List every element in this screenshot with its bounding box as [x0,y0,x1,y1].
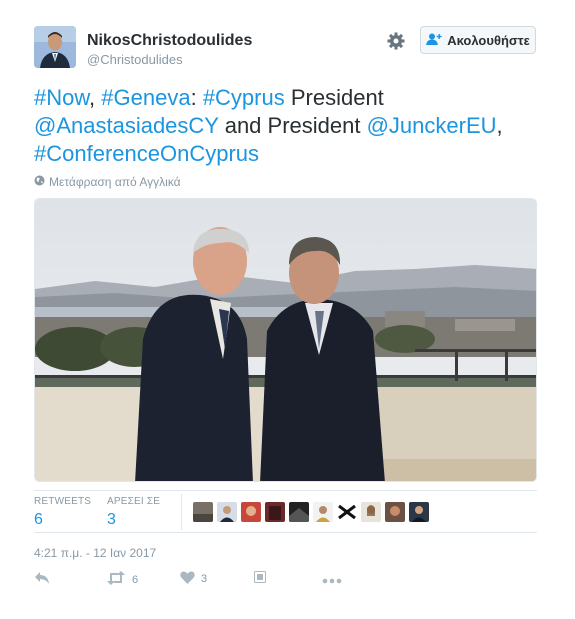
likers-avatars [193,502,429,522]
liker-avatar[interactable] [217,502,237,522]
retweet-button[interactable]: 6 [106,571,138,588]
tweet-timestamp[interactable]: 4:21 π.μ. - 12 Ιαν 2017 [34,546,156,560]
liker-avatar[interactable] [193,502,213,522]
likes-stat[interactable]: ΑΡΕΣΕΙ ΣΕ 3 [107,496,160,529]
heart-icon [180,571,195,587]
liker-avatar[interactable] [385,502,405,522]
follow-button-label: Ακολουθήστε [447,32,530,48]
divider [181,494,182,530]
reply-button[interactable] [34,571,50,588]
divider [34,490,537,491]
like-count: 3 [201,573,208,585]
hashtag-link[interactable]: #Geneva [101,85,190,110]
liker-avatar[interactable] [409,502,429,522]
retweet-icon [106,571,126,588]
tweet-text-segment: and President [218,113,367,138]
likes-label: ΑΡΕΣΕΙ ΣΕ [107,496,161,507]
hashtag-link[interactable]: #Now [34,85,89,110]
liker-avatar[interactable] [313,502,333,522]
tweet-text-segment: : [190,85,203,110]
liker-avatar[interactable] [289,502,309,522]
dm-icon [254,571,266,586]
tweet-text-segment: President [284,85,384,110]
translate-label: Μετάφραση από Αγγλικά [49,175,181,189]
follow-user-icon [426,33,442,48]
translate-link[interactable]: Μετάφραση από Αγγλικά [34,175,181,189]
retweets-stat[interactable]: RETWEETS 6 [34,496,91,529]
liker-avatar[interactable] [241,502,261,522]
tweet-text-segment: , [496,113,503,138]
like-button[interactable]: 3 [180,571,207,587]
more-button[interactable] [322,575,342,587]
retweets-count: 6 [34,511,43,528]
retweet-count: 6 [132,573,139,586]
hashtag-link[interactable]: #ConferenceOnCyprus [34,141,259,166]
gear-icon[interactable] [386,31,406,51]
mention-link[interactable]: @JunckerEU [367,113,497,138]
tweet-actions: 6 3 [34,571,374,593]
retweets-label: RETWEETS [34,496,92,507]
liker-avatar[interactable] [265,502,285,522]
divider [34,532,537,533]
dm-button[interactable] [254,571,266,586]
liker-avatar[interactable] [337,502,357,522]
hashtag-link[interactable]: #Cyprus [203,85,285,110]
tweet-card: NikosChristodoulides @Christodulides Ακο… [0,0,575,619]
likes-count: 3 [107,511,116,528]
mention-link[interactable]: @AnastasiadesCY [34,113,219,138]
user-handle[interactable]: @Christodulides [87,52,183,67]
follow-button[interactable]: Ακολουθήστε [420,26,536,54]
display-name[interactable]: NikosChristodoulides [87,32,252,50]
globe-icon [34,175,45,189]
tweet-text-segment: , [89,85,102,110]
tweet-photo[interactable] [34,198,537,482]
avatar[interactable] [34,26,76,68]
more-icon [322,575,342,587]
liker-avatar[interactable] [361,502,381,522]
reply-icon [34,571,50,588]
tweet-text: #Now, #Geneva: #Cyprus President @Anasta… [34,84,544,168]
